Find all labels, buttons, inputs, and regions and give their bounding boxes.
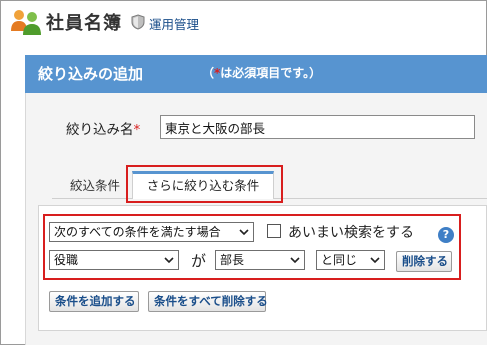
required-mark: * [133, 122, 141, 138]
people-icon [11, 10, 41, 35]
chevron-down-icon [164, 257, 174, 264]
question-icon[interactable]: ? [438, 227, 454, 243]
condition-field-select[interactable]: 役職 [49, 250, 179, 270]
filter-name-input[interactable] [160, 115, 475, 139]
match-mode-value: 次のすべての条件を満たす場合 [54, 225, 221, 239]
chevron-down-icon [239, 229, 249, 236]
tab-additional-conditions[interactable]: さらに絞り込む条件 [132, 171, 274, 199]
condition-operator-select[interactable]: と同じ [316, 250, 385, 270]
shield-icon [131, 14, 145, 30]
fuzzy-search-checkbox[interactable] [267, 224, 281, 238]
chevron-down-icon [370, 257, 380, 264]
page-title: 絞り込みの追加 [38, 65, 144, 83]
admin-link[interactable]: 運用管理 [149, 14, 199, 33]
condition-operator-text: と同じ [321, 253, 358, 267]
condition-field-value: 役職 [54, 253, 79, 267]
chevron-down-icon [290, 257, 300, 264]
condition-value-text: 部長 [220, 253, 245, 267]
condition-connector: が [191, 252, 207, 270]
filter-name-label-text: 絞り込み名 [66, 122, 134, 138]
app-title: 社員名簿 [46, 13, 122, 34]
tab-filter-conditions[interactable]: 絞込条件 [61, 172, 129, 199]
match-mode-select[interactable]: 次のすべての条件を満たす場合 [49, 222, 254, 242]
delete-condition-button[interactable]: 削除する [396, 251, 452, 272]
required-note-text: は必須項目です。） [220, 66, 322, 80]
filter-name-label: 絞り込み名* [66, 118, 140, 138]
delete-all-conditions-button[interactable]: 条件をすべて削除する [148, 291, 268, 312]
required-note: （*は必須項目です。） [202, 64, 321, 81]
condition-value-select[interactable]: 部長 [215, 250, 305, 270]
fuzzy-search-label[interactable]: あいまい検索をする [288, 222, 414, 242]
required-note-open: （ [202, 66, 215, 80]
add-condition-button[interactable]: 条件を追加する [49, 291, 139, 312]
